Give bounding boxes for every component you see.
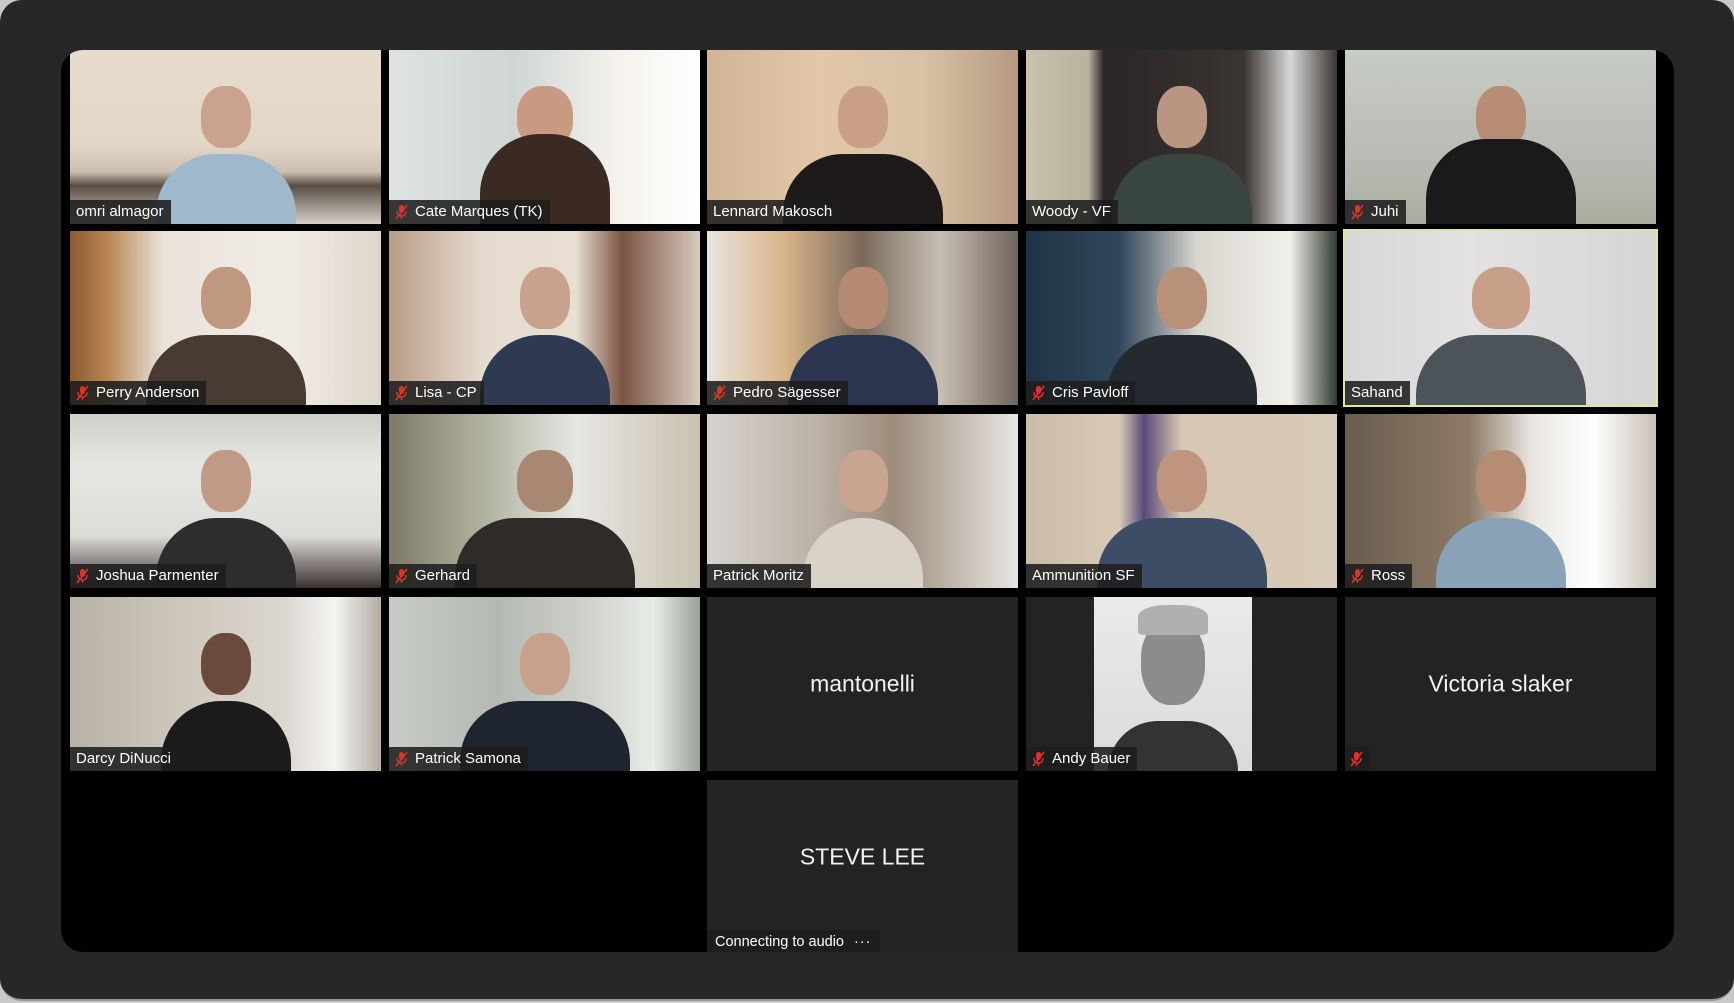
participant-name-label: Cate Marques (TK) (389, 200, 550, 224)
participant-mute-badge (1345, 747, 1369, 771)
audio-connection-status: Connecting to audio ··· (707, 930, 880, 952)
mic-muted-icon (395, 385, 408, 401)
participant-tile-no-video[interactable]: Victoria slaker (1345, 597, 1656, 771)
participant-name-label: Juhi (1345, 200, 1406, 224)
participant-name-label: Lennard Makosch (707, 200, 840, 224)
participant-display-name: mantonelli (810, 670, 915, 697)
mic-muted-icon (395, 568, 408, 584)
participant-tile[interactable]: Juhi (1345, 50, 1656, 224)
gallery-grid: omri almagor Cate Marques (TK) Lennard M… (61, 50, 1674, 952)
participant-tile[interactable]: Pedro Sägesser (707, 231, 1018, 405)
participant-tile[interactable]: Lennard Makosch (707, 50, 1018, 224)
participant-tile[interactable]: Patrick Moritz (707, 414, 1018, 588)
participant-tile[interactable]: Gerhard (389, 414, 700, 588)
participant-tile[interactable]: Ammunition SF (1026, 414, 1337, 588)
participant-name-label: Lisa - CP (389, 381, 484, 405)
participant-name-label: Cris Pavloff (1026, 381, 1136, 405)
meeting-window-frame: omri almagor Cate Marques (TK) Lennard M… (0, 0, 1734, 1001)
participant-tile[interactable]: Darcy DiNucci (70, 597, 381, 771)
participant-tile-no-video[interactable]: STEVE LEE Connecting to audio ··· (707, 780, 1018, 952)
participant-tile[interactable]: Cate Marques (TK) (389, 50, 700, 224)
mic-muted-icon (1351, 568, 1364, 584)
mic-muted-icon (1351, 204, 1364, 220)
mic-muted-icon (1350, 751, 1363, 767)
participant-video-person (1415, 255, 1586, 405)
ellipsis-icon: ··· (854, 934, 872, 950)
participant-display-name: STEVE LEE (799, 843, 926, 870)
participant-tile[interactable]: Woody - VF (1026, 50, 1337, 224)
participant-tile-profile-photo[interactable]: Andy Bauer (1026, 597, 1337, 771)
participant-video-person (454, 438, 635, 588)
mic-muted-icon (395, 751, 408, 767)
participant-name-label: Patrick Samona (389, 747, 528, 771)
mic-muted-icon (76, 568, 89, 584)
participant-name-label: Ammunition SF (1026, 564, 1142, 588)
mic-muted-icon (1032, 385, 1045, 401)
participant-video-person (1425, 74, 1576, 224)
participant-tile[interactable]: omri almagor (70, 50, 381, 224)
participant-name-label: Andy Bauer (1026, 747, 1138, 771)
participant-name-label: Sahand (1345, 381, 1410, 405)
participant-name-label: omri almagor (70, 200, 171, 224)
mic-muted-icon (713, 385, 726, 401)
participant-name-label: Patrick Moritz (707, 564, 811, 588)
mic-muted-icon (76, 385, 89, 401)
participant-name-label: Darcy DiNucci (70, 747, 179, 771)
participant-tile[interactable]: Perry Anderson (70, 231, 381, 405)
mic-muted-icon (1032, 751, 1045, 767)
participant-name-label: Perry Anderson (70, 381, 207, 405)
participant-video-person (470, 255, 620, 405)
participant-display-name: Victoria slaker (1428, 670, 1573, 697)
participant-video-person (151, 74, 301, 224)
participant-tile[interactable]: Patrick Samona (389, 597, 700, 771)
participant-tile[interactable]: Cris Pavloff (1026, 231, 1337, 405)
participant-tile[interactable]: Ross (1345, 414, 1656, 588)
participant-video-person (1107, 74, 1257, 224)
participant-tile-no-video[interactable]: mantonelli (707, 597, 1018, 771)
participant-video-person (1426, 438, 1576, 588)
participant-tile[interactable]: Lisa - CP (389, 231, 700, 405)
participant-name-label: Joshua Parmenter (70, 564, 226, 588)
participant-name-label: Pedro Sägesser (707, 381, 848, 405)
participant-name-label: Ross (1345, 564, 1413, 588)
participant-name-label: Gerhard (389, 564, 478, 588)
participant-tile[interactable]: Joshua Parmenter (70, 414, 381, 588)
profile-photo (1094, 597, 1252, 771)
participant-tile-active-speaker[interactable]: Sahand (1343, 229, 1658, 407)
mic-muted-icon (395, 204, 408, 220)
participant-name-label: Woody - VF (1026, 200, 1118, 224)
